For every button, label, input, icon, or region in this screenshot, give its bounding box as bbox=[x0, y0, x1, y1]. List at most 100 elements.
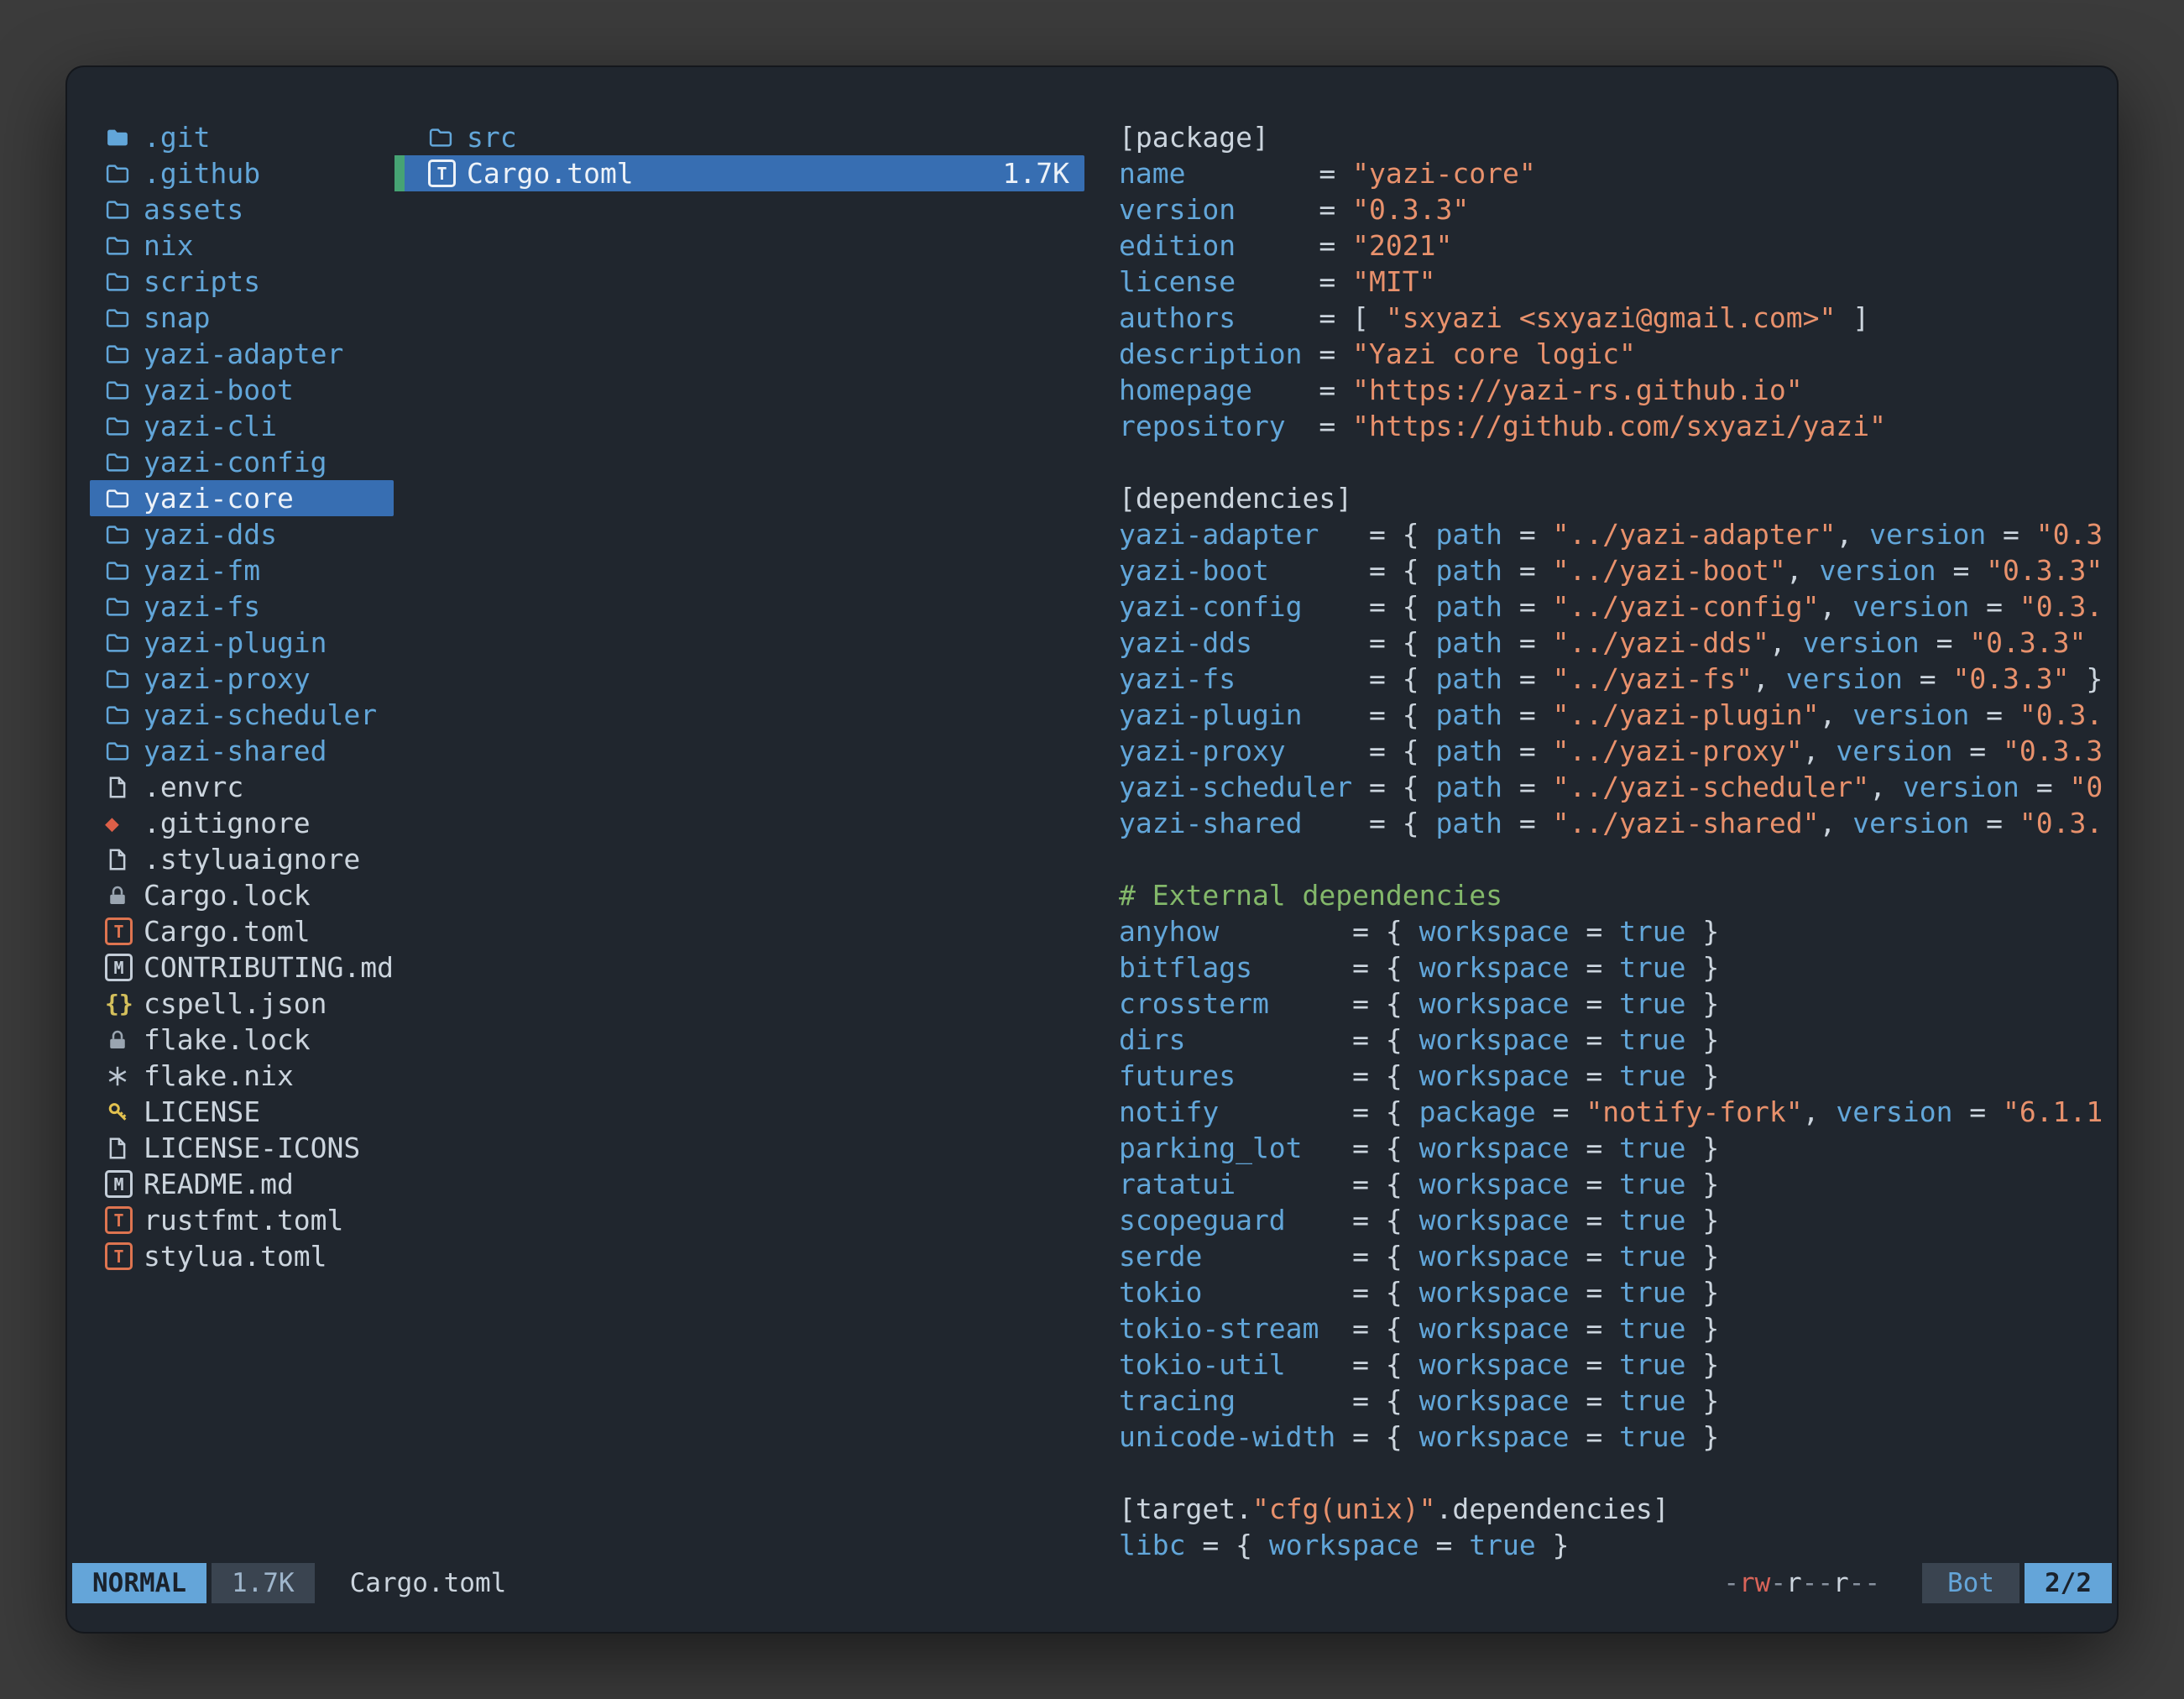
selection-marker bbox=[394, 155, 405, 191]
file-item-README.md[interactable]: MREADME.md bbox=[90, 1166, 394, 1202]
file-item-Cargo.toml[interactable]: TCargo.toml1.7K bbox=[394, 155, 1084, 191]
toml-icon: T bbox=[105, 917, 144, 947]
entry-name: yazi-fs bbox=[144, 590, 260, 623]
dir-item-snap[interactable]: snap bbox=[90, 300, 394, 336]
preview-line: yazi-plugin = { path = "../yazi-plugin",… bbox=[1119, 697, 2117, 733]
file-item-LICENSE-ICONS[interactable]: LICENSE-ICONS bbox=[90, 1130, 394, 1166]
file-icon bbox=[105, 1133, 144, 1163]
folder-icon bbox=[105, 664, 144, 694]
markdown-icon: M bbox=[105, 953, 144, 983]
file-item-LICENSE[interactable]: LICENSE bbox=[90, 1094, 394, 1130]
file-item-.gitignore[interactable]: ◆.gitignore bbox=[90, 805, 394, 841]
status-filename: Cargo.toml bbox=[350, 1568, 507, 1598]
scroll-position-label: Bot bbox=[1922, 1563, 2019, 1603]
dir-item-.github[interactable]: .github bbox=[90, 155, 394, 191]
entry-name: yazi-adapter bbox=[144, 337, 343, 370]
entry-name: assets bbox=[144, 193, 243, 226]
entry-name: yazi-boot bbox=[144, 374, 294, 406]
file-item-.envrc[interactable]: .envrc bbox=[90, 769, 394, 805]
preview-line: yazi-fs = { path = "../yazi-fs", version… bbox=[1119, 661, 2117, 697]
entry-name: .styluaignore bbox=[144, 843, 360, 876]
file-icon bbox=[105, 772, 144, 802]
preview-line: anyhow = { workspace = true } bbox=[1119, 913, 2117, 949]
dir-item-nix[interactable]: nix bbox=[90, 227, 394, 264]
file-item-CONTRIBUTING.md[interactable]: MCONTRIBUTING.md bbox=[90, 949, 394, 985]
preview-line: notify = { package = "notify-fork", vers… bbox=[1119, 1094, 2117, 1130]
dir-item-yazi-fm[interactable]: yazi-fm bbox=[90, 552, 394, 588]
dir-item-yazi-plugin[interactable]: yazi-plugin bbox=[90, 625, 394, 661]
status-bar-left: NORMAL 1.7K Cargo.toml bbox=[72, 1563, 506, 1603]
dir-item-yazi-scheduler[interactable]: yazi-scheduler bbox=[90, 697, 394, 733]
preview-line: yazi-adapter = { path = "../yazi-adapter… bbox=[1119, 516, 2117, 552]
dir-item-assets[interactable]: assets bbox=[90, 191, 394, 227]
entry-name: yazi-dds bbox=[144, 518, 277, 551]
entry-name: yazi-plugin bbox=[144, 626, 327, 659]
entry-name: yazi-fm bbox=[144, 554, 260, 587]
dir-item-yazi-config[interactable]: yazi-config bbox=[90, 444, 394, 480]
lock-icon bbox=[105, 1025, 144, 1055]
dir-item-yazi-core[interactable]: yazi-core bbox=[90, 480, 394, 516]
toml-icon: T bbox=[428, 159, 467, 189]
file-item-rustfmt.toml[interactable]: Trustfmt.toml bbox=[90, 1202, 394, 1238]
folder-icon bbox=[105, 520, 144, 550]
preview-line bbox=[1119, 444, 2117, 480]
folder-icon bbox=[105, 159, 144, 189]
file-item-.styluaignore[interactable]: .styluaignore bbox=[90, 841, 394, 877]
preview-line: yazi-scheduler = { path = "../yazi-sched… bbox=[1119, 769, 2117, 805]
entry-name: README.md bbox=[144, 1168, 294, 1200]
entry-name: rustfmt.toml bbox=[144, 1204, 343, 1236]
file-item-flake.lock[interactable]: flake.lock bbox=[90, 1022, 394, 1058]
yazi-file-manager-window: .git.githubassetsnixscriptssnapyazi-adap… bbox=[67, 67, 2117, 1632]
file-icon bbox=[105, 844, 144, 875]
entry-name: yazi-scheduler bbox=[144, 698, 377, 731]
license-icon bbox=[105, 1097, 144, 1127]
current-directory-pane[interactable]: srcTCargo.toml1.7K bbox=[394, 119, 1084, 1563]
entry-name: flake.lock bbox=[144, 1023, 311, 1056]
dir-item-yazi-shared[interactable]: yazi-shared bbox=[90, 733, 394, 769]
entry-size: 1.7K bbox=[1003, 157, 1069, 190]
file-item-Cargo.toml[interactable]: TCargo.toml bbox=[90, 913, 394, 949]
file-item-Cargo.lock[interactable]: Cargo.lock bbox=[90, 877, 394, 913]
preview-line: scopeguard = { workspace = true } bbox=[1119, 1202, 2117, 1238]
dir-item-yazi-dds[interactable]: yazi-dds bbox=[90, 516, 394, 552]
status-bar: NORMAL 1.7K Cargo.toml -rw-r--r-- Bot 2/… bbox=[67, 1563, 2117, 1603]
preview-line: yazi-config = { path = "../yazi-config",… bbox=[1119, 588, 2117, 625]
dir-item-yazi-cli[interactable]: yazi-cli bbox=[90, 408, 394, 444]
entry-name: flake.nix bbox=[144, 1059, 294, 1092]
entry-name: .github bbox=[144, 157, 260, 190]
nix-icon bbox=[105, 1061, 144, 1091]
entry-name: .envrc bbox=[144, 771, 243, 803]
entry-name: cspell.json bbox=[144, 987, 327, 1020]
folder-icon bbox=[105, 736, 144, 766]
folder-icon bbox=[105, 267, 144, 297]
folder-icon bbox=[105, 303, 144, 333]
markdown-icon: M bbox=[105, 1169, 144, 1200]
preview-line bbox=[1119, 1455, 2117, 1491]
dir-item-.git[interactable]: .git bbox=[90, 119, 394, 155]
dir-item-scripts[interactable]: scripts bbox=[90, 264, 394, 300]
entry-name: stylua.toml bbox=[144, 1240, 327, 1273]
file-item-cspell.json[interactable]: {}cspell.json bbox=[90, 985, 394, 1022]
entry-name: LICENSE-ICONS bbox=[144, 1132, 360, 1164]
dir-item-yazi-fs[interactable]: yazi-fs bbox=[90, 588, 394, 625]
preview-line: license = "MIT" bbox=[1119, 264, 2117, 300]
folder-icon bbox=[105, 592, 144, 622]
preview-line: [package] bbox=[1119, 119, 2117, 155]
preview-line: serde = { workspace = true } bbox=[1119, 1238, 2117, 1274]
preview-line: tokio-stream = { workspace = true } bbox=[1119, 1310, 2117, 1346]
preview-line: yazi-proxy = { path = "../yazi-proxy", v… bbox=[1119, 733, 2117, 769]
folder-icon bbox=[105, 339, 144, 369]
preview-line: crossterm = { workspace = true } bbox=[1119, 985, 2117, 1022]
preview-pane[interactable]: [package]name = "yazi-core"version = "0.… bbox=[1119, 119, 2117, 1563]
folder-icon bbox=[105, 628, 144, 658]
dir-item-yazi-adapter[interactable]: yazi-adapter bbox=[90, 336, 394, 372]
preview-line: yazi-dds = { path = "../yazi-dds", versi… bbox=[1119, 625, 2117, 661]
entry-name: yazi-proxy bbox=[144, 662, 311, 695]
file-item-stylua.toml[interactable]: Tstylua.toml bbox=[90, 1238, 394, 1274]
entry-name: LICENSE bbox=[144, 1095, 260, 1128]
parent-directory-pane[interactable]: .git.githubassetsnixscriptssnapyazi-adap… bbox=[90, 119, 394, 1563]
dir-item-yazi-proxy[interactable]: yazi-proxy bbox=[90, 661, 394, 697]
file-item-flake.nix[interactable]: flake.nix bbox=[90, 1058, 394, 1094]
dir-item-src[interactable]: src bbox=[394, 119, 1084, 155]
dir-item-yazi-boot[interactable]: yazi-boot bbox=[90, 372, 394, 408]
